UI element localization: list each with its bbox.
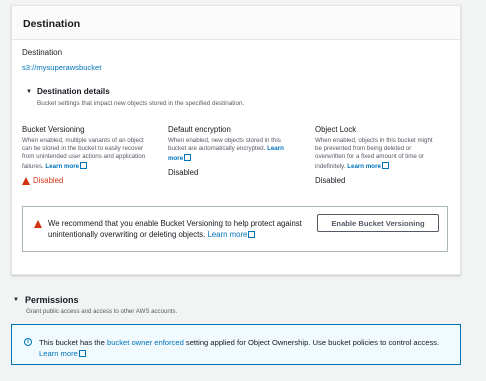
caret-down-icon: ▼ — [26, 88, 32, 95]
external-link-icon — [184, 154, 192, 161]
object-lock-description: When enabled, objects in this bucket mig… — [315, 137, 433, 170]
info-icon: i — [24, 338, 32, 346]
versioning-alert-text: We recommend that you enable Bucket Vers… — [48, 219, 302, 239]
destination-details-toggle[interactable]: ▼ Destination details — [26, 87, 110, 96]
bucket-versioning-status: Disabled — [22, 176, 147, 185]
permissions-description: Grant public access and access to other … — [26, 308, 178, 315]
object-lock-column: Object Lock When enabled, objects in thi… — [315, 125, 440, 185]
object-ownership-info-alert: i This bucket has the bucket owner enfor… — [11, 324, 461, 365]
bucket-owner-enforced-link[interactable]: bucket owner enforced — [107, 338, 184, 347]
caret-down-icon: ▼ — [13, 297, 19, 303]
enable-bucket-versioning-button[interactable]: Enable Bucket Versioning — [317, 214, 439, 232]
destination-details-title: Destination details — [36, 87, 110, 96]
object-ownership-learn-more-link[interactable]: Learn more — [39, 349, 86, 358]
destination-bucket-link[interactable]: s3://mysuperawsbucket — [22, 63, 101, 72]
default-encryption-status: Disabled — [168, 168, 199, 177]
object-lock-status: Disabled — [315, 176, 346, 185]
destination-label: Destination — [22, 48, 63, 57]
warning-icon — [34, 220, 42, 228]
external-link-icon — [381, 162, 389, 169]
default-encryption-title: Default encryption — [168, 125, 231, 134]
default-encryption-column: Default encryption When enabled, new obj… — [168, 125, 293, 177]
destination-header: Destination — [12, 6, 460, 40]
permissions-title: Permissions — [24, 295, 79, 305]
external-link-icon — [80, 162, 88, 169]
external-link-icon — [78, 350, 86, 357]
object-lock-learn-more-link[interactable]: Learn more — [347, 162, 389, 170]
destination-details-description: Bucket settings that impact new objects … — [37, 100, 245, 107]
bucket-versioning-learn-more-link[interactable]: Learn more — [45, 162, 88, 170]
external-link-icon — [248, 231, 256, 238]
bucket-versioning-description: When enabled, multiple variants of an ob… — [22, 137, 146, 170]
bucket-versioning-column: Bucket Versioning When enabled, multiple… — [22, 125, 147, 185]
default-encryption-description: When enabled, new objects stored in this… — [168, 137, 284, 162]
permissions-toggle[interactable]: ▼ Permissions — [13, 295, 78, 305]
versioning-alert-learn-more-link[interactable]: Learn more — [208, 230, 256, 239]
warning-icon — [22, 176, 30, 185]
object-lock-title: Object Lock — [315, 125, 357, 134]
bucket-versioning-title: Bucket Versioning — [22, 125, 85, 134]
versioning-recommendation-alert: We recommend that you enable Bucket Vers… — [22, 206, 448, 252]
object-ownership-info-text: This bucket has the bucket owner enforce… — [39, 338, 440, 358]
